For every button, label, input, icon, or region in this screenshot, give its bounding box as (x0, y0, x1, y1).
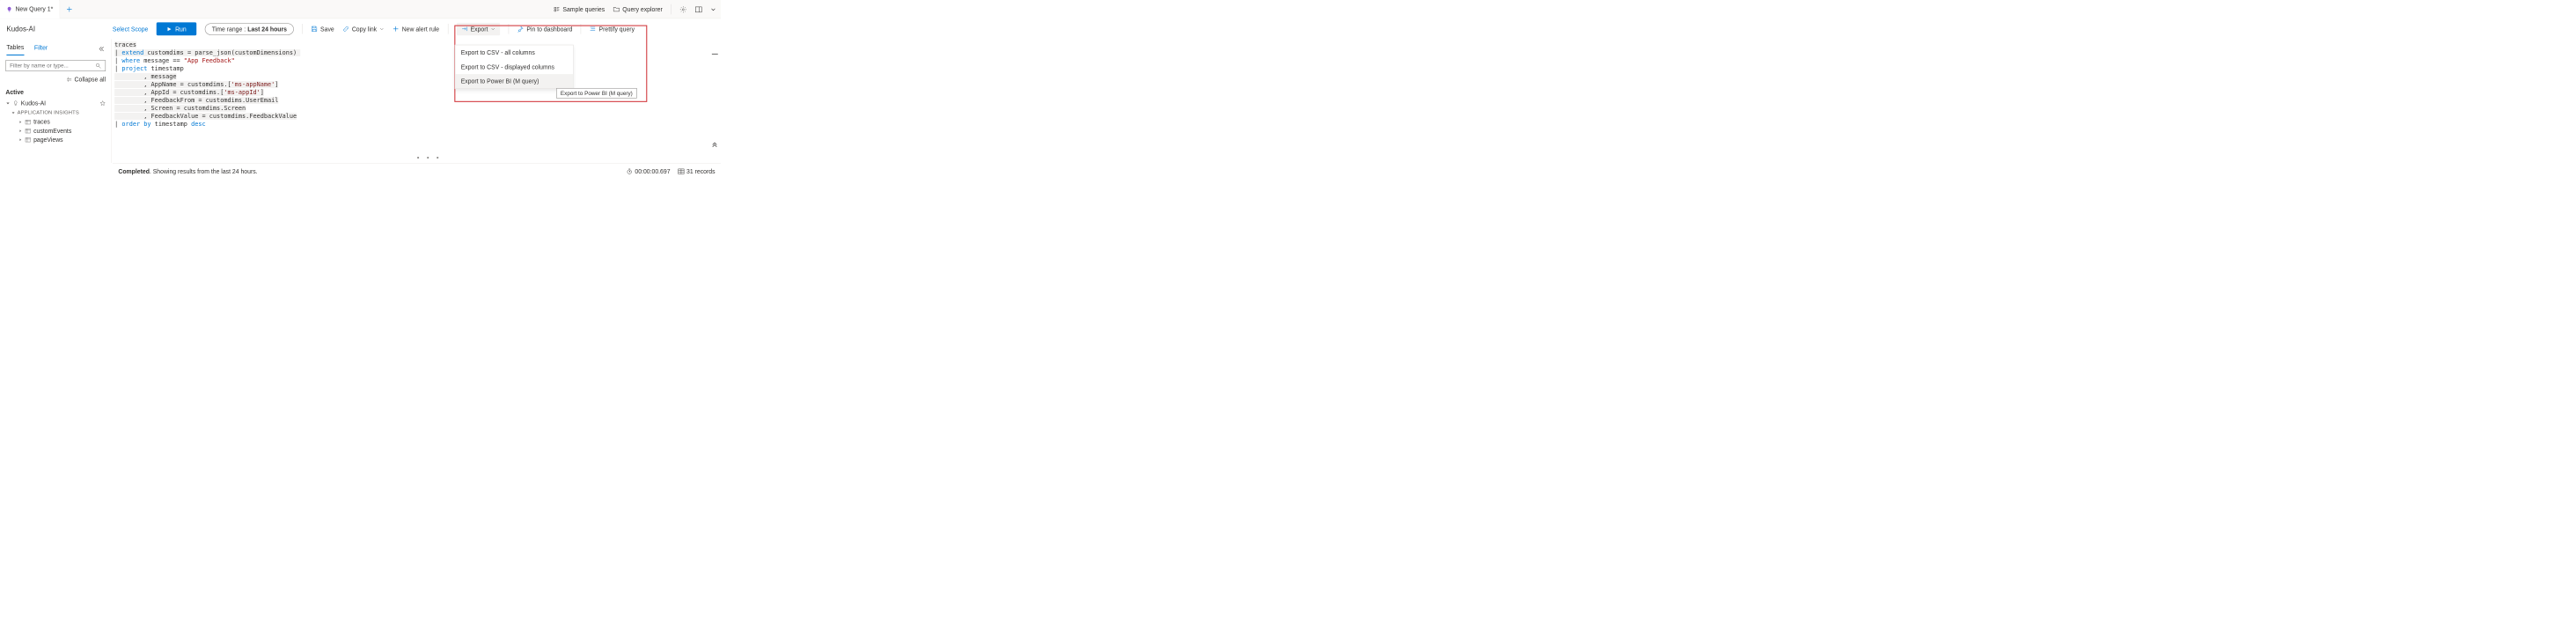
lightbulb-icon (6, 6, 11, 11)
tab-bar: New Query 1* Sample queries Query explor… (0, 0, 721, 18)
pin-icon (517, 26, 524, 32)
search-input[interactable] (5, 60, 106, 71)
tab-filter[interactable]: Filter (34, 42, 48, 55)
tab-tables[interactable]: Tables (6, 42, 24, 55)
table-icon (678, 168, 684, 174)
search-field[interactable] (10, 63, 95, 69)
caret-right-icon (18, 120, 22, 123)
tree-group[interactable]: APPLICATION INSIGHTS (11, 110, 106, 115)
chevron-down-icon[interactable] (710, 6, 716, 11)
tab-new-query[interactable]: New Query 1* (0, 0, 60, 18)
settings-button[interactable] (679, 6, 686, 13)
caret-right-icon (18, 129, 22, 132)
tree-leaf-customevents[interactable]: customEvents (5, 126, 106, 135)
lightbulb-icon (12, 100, 18, 107)
link-icon (342, 26, 349, 32)
new-tab-button[interactable] (60, 6, 78, 12)
toolbar: Kudos-AI Select Scope Run Time range : L… (0, 18, 721, 39)
panel-button[interactable] (695, 6, 702, 13)
record-count: 31 records (678, 167, 716, 174)
caret-down-icon (5, 101, 10, 106)
gear-icon (679, 6, 686, 13)
plus-icon (66, 6, 72, 12)
collapse-icon (66, 77, 72, 83)
list-icon (554, 6, 560, 12)
collapse-all-button[interactable]: Collapse all (5, 76, 106, 83)
query-duration: 00:00:00.697 (626, 167, 670, 174)
star-icon[interactable] (99, 100, 106, 107)
prettify-button[interactable]: Prettify query (590, 26, 635, 33)
folder-search-icon (613, 6, 620, 12)
export-csv-all[interactable]: Export to CSV - all columns (455, 45, 573, 59)
caret-down-icon (11, 111, 16, 115)
search-icon (95, 63, 101, 69)
select-scope-link[interactable]: Select Scope (113, 26, 149, 33)
time-range-picker[interactable]: Time range : Last 24 hours (205, 23, 294, 34)
query-explorer-button[interactable]: Query explorer (613, 6, 663, 13)
sample-queries-button[interactable]: Sample queries (554, 6, 605, 13)
table-icon (26, 119, 31, 124)
copy-link-button[interactable]: Copy link (342, 26, 384, 33)
collapse-sidebar-icon[interactable] (99, 46, 105, 52)
chevron-down-icon (379, 26, 384, 31)
play-icon (167, 26, 172, 32)
caret-right-icon (18, 137, 22, 141)
pin-dashboard-button[interactable]: Pin to dashboard (517, 26, 573, 33)
export-powerbi[interactable]: Export to Power BI (M query) (455, 74, 573, 88)
scope-name: Kudos-AI (6, 25, 35, 33)
tab-label: New Query 1* (15, 5, 53, 12)
tree-active-header: Active (5, 89, 106, 96)
format-icon (590, 26, 596, 32)
tree-leaf-traces[interactable]: traces (5, 117, 106, 126)
new-alert-button[interactable]: New alert rule (393, 26, 439, 33)
save-button[interactable]: Save (311, 26, 334, 33)
stopwatch-icon (626, 168, 632, 174)
drag-handle-icon[interactable]: • • • (416, 154, 441, 162)
sidebar: Tables Filter Collapse all Active Kudos-… (0, 39, 112, 163)
export-dropdown: Export to CSV - all columns Export to CS… (455, 45, 574, 89)
minimize-icon[interactable]: — (712, 50, 718, 57)
panel-icon (695, 6, 702, 13)
status-bar: Completed. Showing results from the last… (113, 163, 721, 179)
query-editor[interactable]: traces | extend customdims = parse_json(… (112, 39, 721, 163)
plus-icon (393, 26, 399, 32)
tooltip: Export to Power BI (M query) (556, 88, 636, 99)
export-icon (461, 26, 467, 32)
run-button[interactable]: Run (157, 22, 196, 35)
chevron-down-icon (491, 26, 495, 31)
save-icon (311, 26, 317, 32)
export-button[interactable]: Export (457, 23, 501, 35)
tree-leaf-pageviews[interactable]: pageViews (5, 135, 106, 144)
tree-root[interactable]: Kudos-AI (5, 99, 106, 108)
scroll-top-icon[interactable] (711, 140, 717, 147)
export-csv-displayed[interactable]: Export to CSV - displayed columns (455, 60, 573, 74)
status-completed: Completed (118, 167, 150, 174)
table-icon (26, 128, 31, 133)
table-icon (26, 137, 31, 142)
